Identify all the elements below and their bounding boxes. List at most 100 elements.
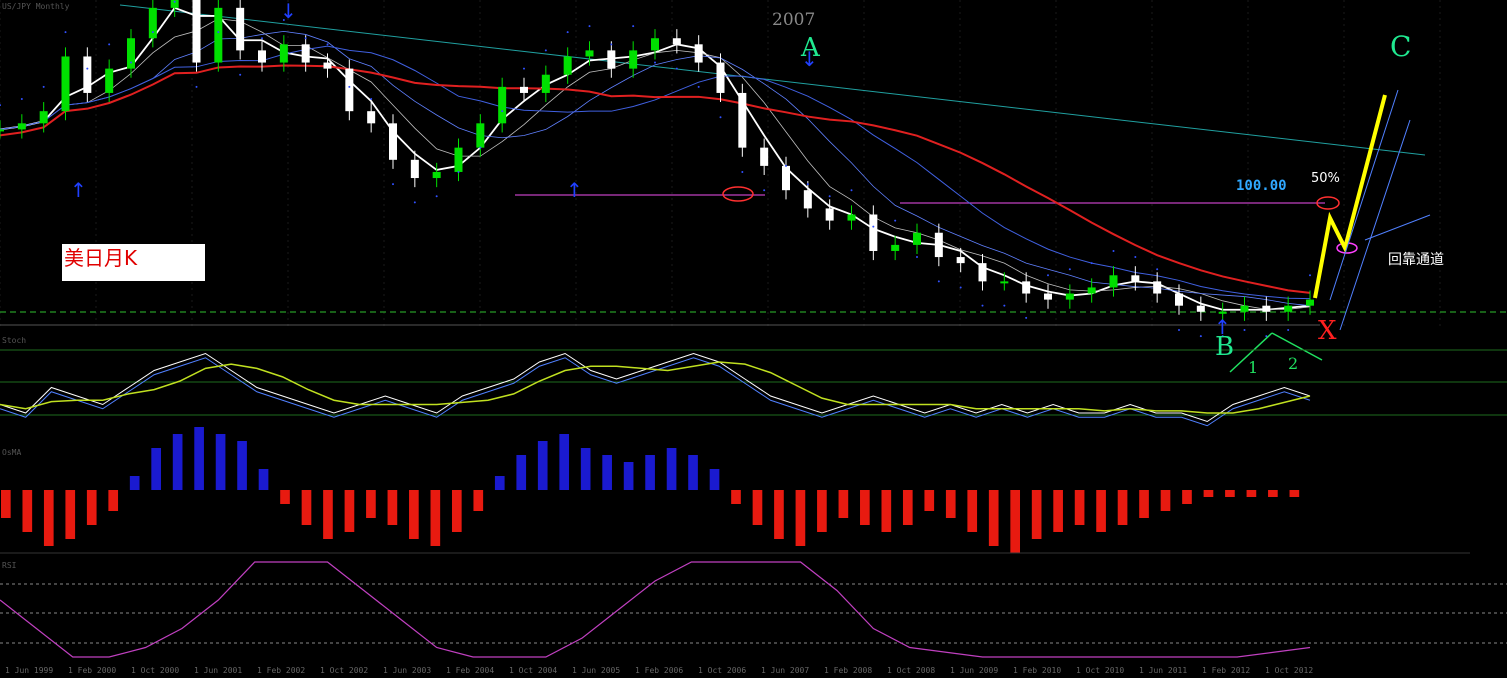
macd-bar xyxy=(988,490,999,546)
sar-dot xyxy=(806,183,809,186)
x-tick-label: 1 Oct 2002 xyxy=(320,666,369,675)
macd-bar xyxy=(151,448,161,490)
stoch-info: Stoch xyxy=(2,336,27,345)
sar-dot xyxy=(588,25,591,28)
sar-dot xyxy=(654,61,656,64)
sar-dot xyxy=(0,104,1,107)
wave-label-2: 2 xyxy=(1288,354,1299,373)
macd-bar xyxy=(1010,490,1021,553)
sar-dot xyxy=(151,31,154,34)
macd-bar xyxy=(215,434,226,490)
macd-bar xyxy=(22,490,33,532)
macd-bar xyxy=(666,448,677,490)
sar-dot xyxy=(130,61,132,64)
macd-bar xyxy=(559,434,570,490)
macd-bar xyxy=(1031,490,1042,539)
candle-body xyxy=(782,165,790,191)
sar-dot xyxy=(523,67,525,70)
macd-bar xyxy=(860,490,870,525)
sar-dot xyxy=(1068,268,1071,271)
sar-dot xyxy=(763,189,766,192)
macd-bar xyxy=(108,490,119,511)
macd-bar xyxy=(838,490,849,518)
sar-dot xyxy=(1003,304,1006,307)
sar-dot xyxy=(108,43,111,46)
signal-arrow-icon: ↑ xyxy=(566,178,583,202)
x-tick-label: 1 Feb 2004 xyxy=(446,666,495,675)
candle-body xyxy=(0,129,4,132)
candle-body xyxy=(716,62,725,93)
macd-bar xyxy=(129,476,140,490)
macd-bar xyxy=(945,490,956,518)
candle-body xyxy=(847,214,856,221)
candle-body xyxy=(1218,311,1227,314)
sar-dot xyxy=(872,225,875,228)
macd-bar xyxy=(387,490,398,525)
wave-label-b: B xyxy=(1215,332,1235,362)
x-tick-label: 1 Jun 2003 xyxy=(383,666,432,675)
macd-bar xyxy=(258,469,269,490)
x-tick-label: 1 Feb 2010 xyxy=(1013,666,1062,675)
sar-dot xyxy=(217,31,220,34)
macd-bar xyxy=(1268,490,1278,497)
candle-body xyxy=(760,147,769,166)
chart-stage: ↑ ↓ ↑ ↓ ↑ 美日月K 2007 A B C X 1 2 100.00 50% 回… xyxy=(0,0,1507,678)
macd-bar xyxy=(172,434,183,490)
macd-bar xyxy=(1,490,11,518)
target-ellipse-1 xyxy=(722,186,754,202)
candle-body xyxy=(563,56,572,75)
macd-bar xyxy=(731,490,741,504)
macd-bar xyxy=(1289,490,1300,497)
header-info: US/JPY Monthly xyxy=(2,2,70,11)
candle-body xyxy=(1109,275,1118,288)
sar-dot xyxy=(1090,262,1093,265)
macd-bar xyxy=(237,441,247,490)
x-tick-label: 1 Feb 2002 xyxy=(257,666,306,675)
candle-body xyxy=(1240,305,1249,312)
candle-body xyxy=(585,50,594,57)
x-tick-label: 1 Jun 2007 xyxy=(761,666,810,675)
sar-dot xyxy=(20,98,23,101)
x-tick-label: 1 Jun 2005 xyxy=(572,666,621,675)
macd-bar xyxy=(194,427,204,490)
candle-body xyxy=(236,7,245,51)
stoch-d xyxy=(0,357,1311,427)
x-tick-label: 1 Oct 2004 xyxy=(509,666,558,675)
macd-bar xyxy=(1053,490,1063,532)
macd-bar xyxy=(924,490,935,511)
chart-title-box: 美日月K xyxy=(62,244,205,281)
channel-pointer xyxy=(1364,214,1431,241)
sar-dot xyxy=(894,219,897,222)
macd-bar xyxy=(323,490,333,539)
sar-dot xyxy=(1156,268,1159,271)
macd-bar xyxy=(817,490,827,532)
sar-dot xyxy=(435,195,438,198)
macd-bar xyxy=(1203,490,1214,497)
wave-label-c: C xyxy=(1390,30,1412,63)
candle-body xyxy=(672,38,681,45)
macd-bar xyxy=(537,441,548,490)
macd-bar xyxy=(344,490,355,532)
candle-body xyxy=(1022,281,1031,294)
stoch-k xyxy=(0,352,1311,423)
sar-dot xyxy=(850,189,853,192)
candle-body xyxy=(1131,275,1140,282)
sar-dot xyxy=(785,164,787,167)
candle-body xyxy=(520,86,528,93)
candle-body xyxy=(389,123,397,160)
year-label: 2007 xyxy=(772,10,816,30)
candle-body xyxy=(1000,281,1009,284)
x-tick-label: 1 Jun 2001 xyxy=(194,666,243,675)
sar-dot xyxy=(610,43,613,46)
candle-body xyxy=(367,111,376,124)
sar-dot xyxy=(1309,274,1311,277)
channel-label: 回靠通道 xyxy=(1388,252,1444,268)
candle-body xyxy=(978,263,987,282)
sar-dot xyxy=(1199,335,1202,338)
macd-bar xyxy=(688,455,698,490)
macd-bar xyxy=(1139,490,1149,518)
candle-body xyxy=(127,38,135,69)
stoch-signal xyxy=(0,361,1311,414)
candle-body xyxy=(323,62,332,69)
sar-dot xyxy=(195,85,198,88)
